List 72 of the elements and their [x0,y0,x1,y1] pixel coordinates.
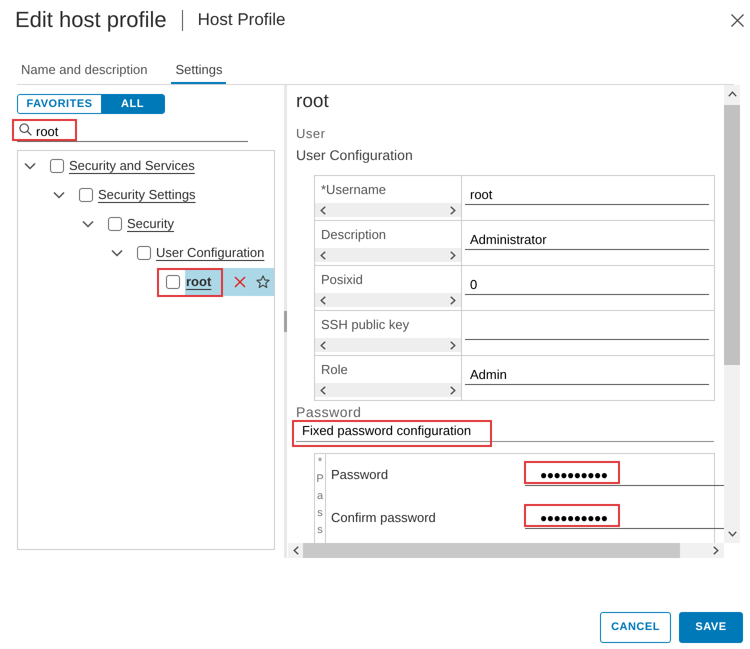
chevron-icon[interactable] [82,220,94,228]
password-field[interactable]: ●●●●●●●●●● [525,508,724,528]
chevron-icon[interactable] [24,162,36,170]
star-icon[interactable] [256,274,270,288]
chevron-right-icon[interactable] [450,340,456,350]
checkbox[interactable] [137,246,151,260]
password-field[interactable]: ●●●●●●●●●● [525,466,724,486]
field-label: Confirm password [331,510,437,526]
tree-item-link[interactable]: Security and Services [69,158,195,174]
selected-row-highlight[interactable]: root [185,268,274,296]
chevron-left-icon[interactable] [320,386,326,394]
dialog-subtitle: Host Profile [198,9,286,31]
checkbox[interactable] [166,274,180,288]
field-label: SSH public key [320,316,410,333]
cancel-button[interactable]: CANCEL [600,612,671,643]
search-field[interactable]: root [17,122,248,142]
chevron-left-icon[interactable] [320,250,326,260]
field-label: Password [331,467,390,483]
text-field[interactable]: Administrator [465,230,709,250]
chevron-right-icon[interactable] [450,296,456,304]
search-icon [19,123,32,136]
label-scrollbar[interactable] [315,293,461,307]
tree-item-link[interactable]: User Configuration [156,244,264,260]
clipped-text-fragment: * [318,455,322,470]
clipped-text-fragment: s [317,523,323,538]
tab[interactable]: Settings [171,62,226,84]
clipped-text-fragment: P [316,472,324,487]
text-field[interactable]: root [465,185,709,205]
field-label: *Username [320,181,388,198]
chevron-right-icon[interactable] [450,250,456,260]
field-label: Description [320,226,388,243]
tree-item-link[interactable]: Security Settings [98,186,196,202]
label-scrollbar[interactable] [315,248,461,262]
password-option-select[interactable]: Fixed password configuration [296,420,714,442]
chevron-right-icon[interactable] [713,546,719,555]
text-field[interactable]: 0 [465,275,709,295]
field-label: Posixid [320,271,364,288]
tree-item-link[interactable]: root [186,274,212,290]
resize-handle[interactable] [284,311,287,332]
clipped-text-fragment: s [317,506,323,521]
field-label: Role [320,361,349,378]
chevron-left-icon[interactable] [320,340,326,350]
chevron-right-icon[interactable] [450,386,456,394]
chevron-right-icon[interactable] [450,206,456,214]
text-field[interactable]: Admin [465,365,709,385]
close-icon[interactable] [731,14,744,26]
chevron-left-icon[interactable] [292,546,298,555]
chevron-down-icon[interactable] [728,531,736,537]
clipped-text-fragment: a [316,489,324,504]
checkbox[interactable] [50,158,64,172]
label-scrollbar[interactable] [315,203,461,217]
chevron-icon[interactable] [111,248,123,256]
chevron-left-icon[interactable] [320,206,326,214]
save-button[interactable]: SAVE [679,612,743,643]
checkbox[interactable] [79,188,93,202]
section-heading: Password [296,404,362,420]
chevron-icon[interactable] [53,190,65,198]
section-heading: User [296,125,326,143]
tab[interactable]: Name and description [17,62,152,84]
vertical-scrollbar[interactable] [724,85,740,543]
checkbox[interactable] [108,216,122,230]
chevron-up-icon[interactable] [728,91,736,97]
label-scrollbar[interactable] [315,338,461,352]
subsection-heading: User Configuration [296,146,414,164]
label-scrollbar[interactable] [315,383,461,397]
scrollbar-thumb[interactable] [724,105,740,365]
chevron-left-icon[interactable] [320,296,326,304]
x-icon[interactable] [234,276,246,288]
detail-title: root [296,90,330,114]
dialog-title: Edit host profile [15,6,167,34]
filter-toggle-button[interactable]: ALL [101,95,164,113]
tree-item-link[interactable]: Security [127,216,174,232]
